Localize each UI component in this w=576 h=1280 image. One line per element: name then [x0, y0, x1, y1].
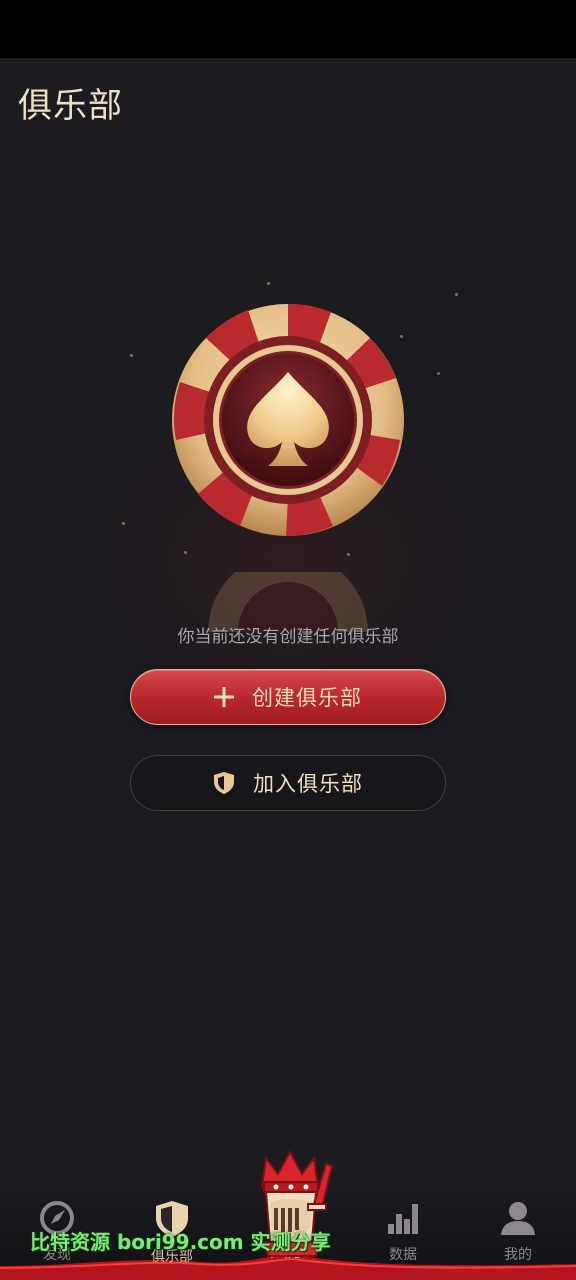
tab-label: 数据	[389, 1247, 417, 1263]
shield-icon	[213, 771, 235, 795]
status-bar	[0, 0, 576, 58]
sparkle	[130, 354, 133, 357]
bar-chart-icon	[385, 1200, 421, 1240]
plus-icon	[214, 687, 234, 707]
join-club-button[interactable]: 加入俱乐部	[130, 755, 446, 811]
sparkle	[347, 553, 350, 556]
sparkle	[437, 372, 440, 375]
join-club-label: 加入俱乐部	[253, 772, 363, 796]
tab-profile[interactable]: 我的	[468, 1200, 568, 1263]
club-chip-illustration	[168, 300, 408, 540]
tab-data[interactable]: 数据	[353, 1200, 453, 1263]
empty-state-message: 你当前还没有创建任何俱乐部	[177, 627, 399, 647]
tab-label: 我的	[504, 1247, 532, 1263]
watermark-text: 比特资源 bori99.com 实测分享	[30, 1230, 331, 1254]
sparkle	[455, 293, 458, 296]
spade-chip-icon	[172, 303, 404, 536]
sparkle	[267, 282, 270, 285]
create-club-button[interactable]: 创建俱乐部	[130, 669, 446, 725]
page-title: 俱乐部	[18, 86, 123, 126]
user-icon	[500, 1200, 536, 1240]
create-club-label: 创建俱乐部	[252, 686, 362, 710]
sparkle	[122, 522, 125, 525]
sparkle	[184, 551, 187, 554]
